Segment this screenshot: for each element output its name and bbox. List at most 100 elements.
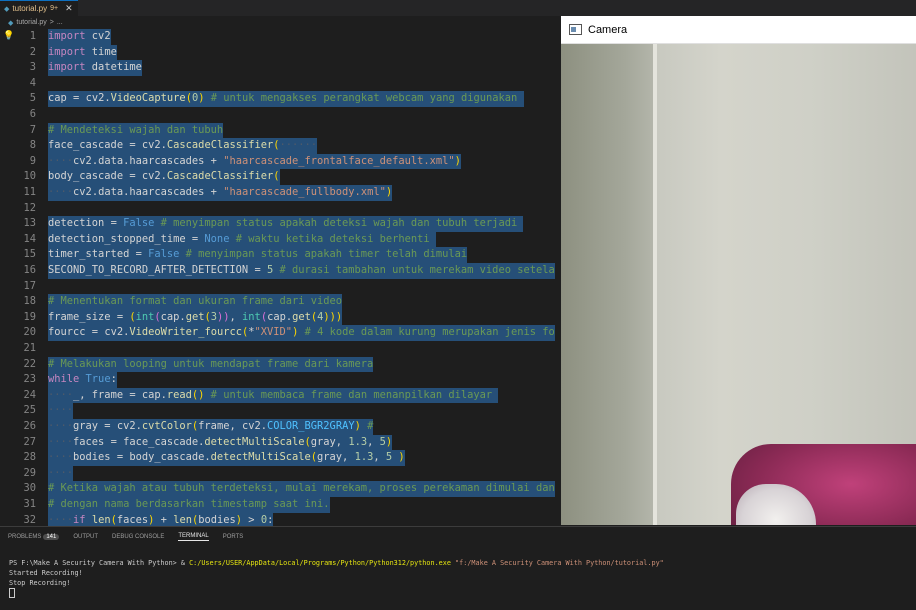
code-token: import [48,45,86,58]
python-file-icon: ◆ [8,19,14,27]
code-token: ···· [48,513,74,526]
line-number: 31 [23,498,36,510]
terminal-output[interactable]: PS F:\Make A Security Camera With Python… [9,558,664,598]
code-token: bodies = body_cascade. [73,451,211,464]
code-text: import datetime [48,60,142,76]
code-text: cap = cv2.VideoCapture(0) # untuk mengak… [48,91,524,107]
camera-title: Camera [588,23,628,36]
tab-output[interactable]: OUTPUT [73,534,98,540]
code-token: = [123,170,142,183]
code-token: = [66,92,86,105]
code-token: CascadeClassifier [166,170,274,183]
code-token: .data.haarcascades + [91,154,224,167]
breadcrumb-file[interactable]: tutorial.py [16,19,46,26]
line-number: 21 [23,342,36,354]
code-text: # Mendeteksi wajah dan tubuh [48,122,224,139]
tab-problems[interactable]: PROBLEMS 141 [8,534,60,540]
code-token: > [242,513,261,526]
code-token: cv2 [141,170,161,183]
code-token: ···· [48,435,74,448]
line-number: 8 [29,139,36,152]
code-text: SECOND_TO_RECORD_AFTER_DETECTION = 5 # d… [48,263,555,279]
code-token: ······ [279,139,318,152]
code-token: ) [385,435,393,448]
line-number: 5 [29,92,36,105]
code-token: # Menentukan format dan ukuran frame dar… [48,295,343,308]
code-token: int [242,310,261,323]
code-text: # Melakukan looping untuk mendapat frame… [48,356,374,373]
camera-feed [561,44,916,525]
code-token: ))) [323,310,343,323]
code-text: import cv2 [48,29,111,45]
code-token: ···· [48,154,74,167]
tab-ports[interactable]: PORTS [223,534,244,540]
line-number: 26 [23,420,36,432]
line-number: 23 [23,373,36,386]
code-token: CascadeClassifier [166,139,274,152]
code-token: len [173,513,192,526]
breadcrumb-more[interactable]: ... [57,19,63,26]
code-token: cv2 [104,326,124,339]
tab-problems-label: PROBLEMS [8,534,42,540]
code-text: while True: [48,372,117,388]
line-number: 6 [29,108,36,120]
code-text: detection_stopped_time = None # waktu ke… [48,231,436,248]
breadcrumb-separator: > [49,19,54,26]
code-token: cv2 [73,186,92,198]
code-token: gray, [317,451,355,464]
code-token: = [129,248,149,261]
code-token: ···· [48,404,74,417]
line-number: 3 [29,61,36,74]
code-token: = [123,139,142,152]
code-text: body_cascade = cv2.CascadeClassifier( [48,169,280,185]
code-token: bodies [198,513,236,526]
code-token: frame, cv2. [198,420,267,432]
code-token: # Melakukan looping untuk mendapat frame… [48,357,374,370]
code-token: _, frame = cap. [73,388,167,401]
panel-tabs: PROBLEMS 141 OUTPUT DEBUG CONSOLE TERMINA… [8,533,243,541]
code-text: ····gray = cv2.cvtColor(frame, cv2.COLOR… [48,419,374,435]
terminal-cursor [9,588,15,598]
code-text: ···· [48,403,74,419]
code-token: VideoWriter_fourcc [129,326,242,339]
code-token: int [135,310,155,323]
code-token: timer_started [48,248,130,261]
code-token: "XVID" [254,326,293,339]
tab-tutorial-py[interactable]: ◆ tutorial.py 9+ ✕ [0,0,78,16]
code-text: # dengan nama berdasarkan timestamp saat… [48,497,330,513]
code-token: faces = face_cascade. [73,435,205,448]
code-token: # durasi tambahan untuk merekam video se… [273,264,555,276]
code-token: body_cascade [48,170,124,183]
code-token: datetime [85,61,142,74]
code-token: gray = cv2. [73,420,142,432]
line-number: 25 [23,404,36,417]
editor-tab-bar: ◆ tutorial.py 9+ ✕ [0,0,916,16]
code-token: # untuk mengakses perangkat webcam yang … [204,92,524,105]
code-token: ) [392,451,405,464]
tab-terminal[interactable]: TERMINAL [178,533,209,541]
code-token: None [204,232,230,245]
tab-debug-console[interactable]: DEBUG CONSOLE [112,534,164,540]
code-token: get [292,310,311,323]
code-text: ···· [48,465,74,482]
line-number: 16 [23,264,36,276]
code-text: ····cv2.data.haarcascades + "haarcascade… [48,185,393,201]
code-token: # untuk membaca frame dan menanpilkan di… [204,388,499,401]
code-token: ···· [48,420,74,432]
camera-window[interactable]: Camera [561,16,916,525]
code-text: ····_, frame = cap.read() # untuk membac… [48,387,499,404]
camera-title-bar[interactable]: Camera [561,16,916,44]
line-number: 1 [29,30,36,42]
code-token: = [248,264,267,276]
code-token: : [267,513,274,526]
close-icon[interactable]: ✕ [65,3,73,14]
code-token: if [73,513,86,526]
code-token: # [360,420,374,432]
code-token: False [123,217,155,230]
code-token: = [85,326,105,339]
window-icon [569,24,582,35]
code-token: , [373,451,386,464]
tab-filename: tutorial.py [12,4,48,13]
code-token: cv2 [141,139,161,152]
code-token: frame_size [48,310,111,323]
